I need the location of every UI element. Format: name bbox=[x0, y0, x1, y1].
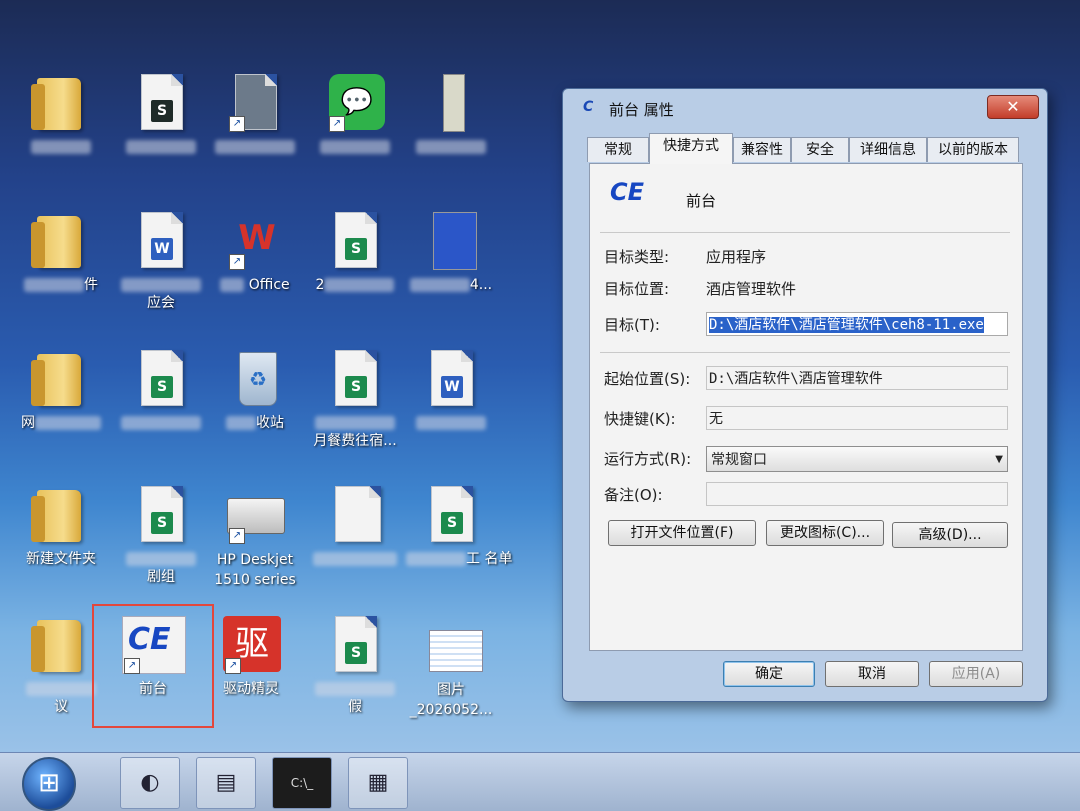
target-label: 目标(T): bbox=[604, 316, 660, 334]
ok-button[interactable]: 确定 bbox=[723, 661, 815, 687]
tab-compatibility[interactable]: 兼容性 bbox=[733, 137, 791, 162]
driver-genius-icon: 驱 ↗ bbox=[223, 612, 281, 676]
shortcut-key-label: 快捷键(K): bbox=[604, 410, 676, 428]
spreadsheet-icon: S bbox=[133, 70, 189, 134]
explorer-icon[interactable]: ▤ bbox=[196, 757, 256, 809]
spreadsheet-icon: S bbox=[327, 346, 383, 410]
open-file-location-button[interactable]: 打开文件位置(F) bbox=[608, 520, 756, 546]
tab-general[interactable]: 常规 bbox=[587, 137, 649, 162]
target-input[interactable]: D:\酒店软件\酒店管理软件\ceh8-11.exe bbox=[706, 312, 1008, 336]
spreadsheet-icon: S bbox=[423, 482, 479, 546]
spreadsheet-icon: S bbox=[133, 346, 189, 410]
divider bbox=[600, 232, 1010, 233]
ce-app-icon: CE bbox=[610, 178, 645, 206]
spreadsheet-icon: S bbox=[327, 612, 383, 676]
desktop-icon-blank-doc[interactable] bbox=[310, 482, 400, 568]
recycle-bin-icon: ♻ bbox=[227, 346, 283, 410]
desktop-icon-folder-3[interactable]: 网 bbox=[16, 346, 106, 432]
dialog-title: 前台 属性 bbox=[609, 101, 674, 119]
target-type-label: 目标类型: bbox=[604, 248, 670, 266]
desktop-icon-folder-1[interactable] bbox=[16, 70, 106, 156]
tab-security[interactable]: 安全 bbox=[791, 137, 849, 162]
comment-label: 备注(O): bbox=[604, 486, 663, 504]
ce-app-icon: C bbox=[583, 99, 594, 115]
target-location-value: 酒店管理软件 bbox=[706, 280, 797, 298]
selection-highlight bbox=[92, 604, 214, 728]
desktop-icon-app-2[interactable] bbox=[406, 70, 496, 156]
change-icon-button[interactable]: 更改图标(C)... bbox=[766, 520, 884, 546]
desktop-icon-doc-2[interactable]: W bbox=[406, 346, 496, 432]
spreadsheet-icon: S bbox=[327, 208, 383, 272]
app-icon: ↗ bbox=[227, 70, 283, 134]
desktop-icon-new-folder[interactable]: 新建文件夹 bbox=[16, 482, 106, 568]
desktop-icon-image-2[interactable]: 图片 _2026052... bbox=[406, 612, 496, 720]
folder-icon bbox=[31, 70, 89, 134]
wechat-icon: 💬 ↗ bbox=[327, 70, 385, 134]
run-select[interactable]: 常规窗口 ▼ bbox=[706, 446, 1008, 472]
desktop-icon-sheet-1[interactable]: S bbox=[116, 70, 206, 156]
taskbar: ⊞ ◐ ▤ C:\_ ▦ bbox=[0, 752, 1080, 811]
close-button[interactable]: ✕ bbox=[987, 95, 1039, 119]
tab-shortcut[interactable]: 快捷方式 bbox=[649, 133, 733, 164]
folder-icon bbox=[31, 612, 89, 676]
tab-previous-versions[interactable]: 以前的版本 bbox=[927, 137, 1019, 162]
image-icon bbox=[423, 612, 483, 676]
tab-details[interactable]: 详细信息 bbox=[849, 137, 927, 162]
desktop-icon-sheet-2[interactable]: S 2 bbox=[310, 208, 400, 294]
shortcut-key-input[interactable]: 无 bbox=[706, 406, 1008, 430]
desktop-icon-sheet-4[interactable]: S 月餐费往宿... bbox=[310, 346, 400, 450]
printer-icon: ↗ bbox=[227, 482, 285, 546]
desktop-icon-wechat[interactable]: 💬 ↗ bbox=[310, 70, 400, 156]
desktop-icon-doc-1[interactable]: W 应会 bbox=[116, 208, 206, 312]
spreadsheet-icon: S bbox=[133, 482, 189, 546]
cmd-icon[interactable]: C:\_ bbox=[272, 757, 332, 809]
properties-dialog: C 前台 属性 ✕ 常规 快捷方式 兼容性 安全 详细信息 以前的版本 CE 前… bbox=[562, 88, 1048, 702]
folder-icon bbox=[31, 346, 89, 410]
advanced-button[interactable]: 高级(D)... bbox=[892, 522, 1008, 548]
folder-icon bbox=[31, 208, 89, 272]
start-orb-icon[interactable]: ⊞ bbox=[22, 757, 76, 811]
desktop-icon-recycle-bin[interactable]: ♻ 收站 bbox=[210, 346, 300, 432]
word-doc-icon: W bbox=[133, 208, 189, 272]
browser-icon[interactable]: ◐ bbox=[120, 757, 180, 809]
comment-input[interactable] bbox=[706, 482, 1008, 506]
desktop-icon-sheet-6[interactable]: S 工 名单 bbox=[406, 482, 512, 568]
apply-button[interactable]: 应用(A) bbox=[929, 661, 1023, 687]
chevron-down-icon: ▼ bbox=[995, 454, 1003, 465]
desktop-icon-folder-2[interactable]: 件 bbox=[16, 208, 106, 294]
desktop-icon-printer[interactable]: ↗ HP Deskjet 1510 series bbox=[206, 482, 304, 590]
folder-icon bbox=[31, 482, 89, 546]
document-icon bbox=[327, 482, 383, 546]
start-in-label: 起始位置(S): bbox=[604, 370, 691, 388]
start-in-input[interactable]: D:\酒店软件\酒店管理软件 bbox=[706, 366, 1008, 390]
desktop-icon-wps-office[interactable]: W ↗ Office bbox=[210, 208, 300, 294]
divider bbox=[600, 352, 1010, 353]
desktop-icon-driver[interactable]: 驱 ↗ 驱动精灵 bbox=[206, 612, 296, 698]
photos-icon[interactable]: ▦ bbox=[348, 757, 408, 809]
app-name: 前台 bbox=[686, 192, 717, 210]
desktop-icon-sheet-3[interactable]: S bbox=[116, 346, 206, 432]
word-doc-icon: W bbox=[423, 346, 479, 410]
wps-office-icon: W ↗ bbox=[227, 208, 283, 272]
target-location-label: 目标位置: bbox=[604, 280, 670, 298]
shortcut-panel: CE 前台 目标类型: 应用程序 目标位置: 酒店管理软件 目标(T): D:\… bbox=[589, 163, 1023, 651]
desktop-icon-app-1[interactable]: ↗ bbox=[210, 70, 300, 156]
desktop-icon-sheet-5[interactable]: S 剧组 bbox=[116, 482, 206, 586]
cancel-button[interactable]: 取消 bbox=[825, 661, 919, 687]
app-icon bbox=[423, 70, 479, 134]
desktop-icon-image-1[interactable]: 4... bbox=[406, 208, 496, 294]
desktop-icon-sheet-7[interactable]: S 假 bbox=[310, 612, 400, 716]
image-icon bbox=[423, 208, 479, 272]
run-label: 运行方式(R): bbox=[604, 450, 692, 468]
dialog-titlebar[interactable]: C 前台 属性 ✕ bbox=[563, 89, 1047, 129]
target-type-value: 应用程序 bbox=[706, 248, 767, 266]
